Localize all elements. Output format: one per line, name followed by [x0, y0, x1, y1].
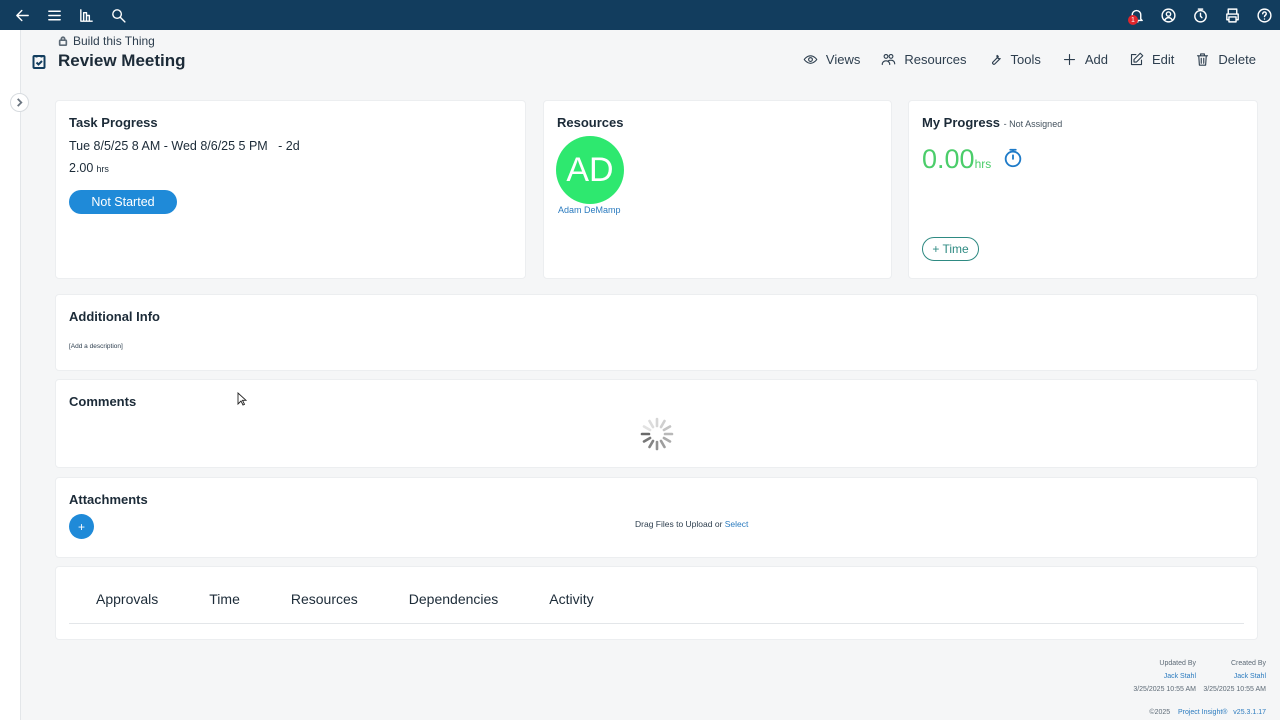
views-button[interactable]: Views — [803, 52, 860, 67]
resources-label: Resources — [904, 52, 967, 67]
plus-icon — [1063, 53, 1075, 66]
menu-icon[interactable] — [38, 0, 70, 30]
avatar-name[interactable]: Adam DeMamp — [558, 205, 621, 215]
add-attachment-button[interactable]: + — [69, 514, 94, 539]
print-icon[interactable] — [1216, 0, 1248, 30]
detail-tabs-card: Approvals Time Resources Dependencies Ac… — [55, 566, 1258, 640]
lock-icon — [58, 36, 68, 46]
stopwatch-icon[interactable] — [1002, 147, 1024, 169]
edit-label: Edit — [1152, 52, 1175, 67]
edit-pencil-icon — [1130, 52, 1144, 66]
attachments-title: Attachments — [69, 492, 148, 507]
my-progress-title: My Progress - Not Assigned — [922, 115, 1062, 130]
copyright-text: ©2025 — [1149, 709, 1171, 716]
created-at-timestamp: 3/25/2025 10:55 AM — [1203, 686, 1266, 693]
add-description-link[interactable]: [Add a description] — [69, 343, 123, 350]
loading-spinner-icon — [640, 417, 674, 451]
updated-by-label: Updated By — [1159, 660, 1196, 667]
resources-title: Resources — [557, 115, 624, 130]
tabs-divider — [69, 623, 1244, 624]
back-arrow-icon[interactable] — [6, 0, 38, 30]
detail-tabs: Approvals Time Resources Dependencies Ac… — [96, 591, 645, 607]
not-assigned-text: - Not Assigned — [1003, 119, 1063, 129]
updated-at-timestamp: 3/25/2025 10:55 AM — [1133, 686, 1196, 693]
add-button[interactable]: Add — [1062, 52, 1108, 67]
eye-icon — [803, 55, 818, 64]
mouse-cursor-icon — [237, 392, 247, 406]
my-progress-title-text: My Progress — [922, 115, 1001, 130]
search-icon[interactable] — [102, 0, 134, 30]
comments-title: Comments — [69, 394, 137, 409]
created-by-block: Created By Jack Stahl 3/25/2025 10:55 AM — [1198, 657, 1266, 696]
wrench-icon — [991, 54, 1001, 65]
tab-approvals[interactable]: Approvals — [96, 591, 158, 607]
resources-button[interactable]: Resources — [881, 52, 967, 67]
planned-hours: 2.00 hrs — [69, 161, 109, 175]
toolbar-actions: Views Resources Tools Add Edit Delete — [782, 52, 1256, 67]
version-link[interactable]: v25.3.1.17 — [1233, 709, 1266, 716]
timer-icon[interactable] — [1184, 0, 1216, 30]
planned-hours-unit: hrs — [96, 164, 109, 174]
people-group-icon — [882, 53, 896, 66]
tools-button[interactable]: Tools — [988, 52, 1041, 67]
edit-button[interactable]: Edit — [1129, 52, 1174, 67]
task-progress-card: Task Progress Tue 8/5/25 8 AM - Wed 8/6/… — [55, 100, 526, 279]
tab-time[interactable]: Time — [209, 591, 240, 607]
planned-hours-value: 2.00 — [69, 161, 94, 175]
trash-icon — [1197, 53, 1209, 66]
my-progress-card: My Progress - Not Assigned 0.00hrs + Tim… — [908, 100, 1258, 279]
page-title: Review Meeting — [58, 51, 186, 70]
product-link[interactable]: Project Insight® — [1178, 709, 1228, 716]
status-button[interactable]: Not Started — [69, 190, 177, 214]
user-profile-icon[interactable] — [1152, 0, 1184, 30]
my-hours-value: 0.00 — [922, 144, 975, 174]
updated-by-block: Updated By Jack Stahl 3/25/2025 10:55 AM — [1128, 657, 1196, 696]
updated-by-user-link[interactable]: Jack Stahl — [1128, 670, 1196, 683]
additional-info-title: Additional Info — [69, 309, 160, 324]
created-by-label: Created By — [1230, 660, 1266, 667]
tab-resources[interactable]: Resources — [291, 591, 358, 607]
additional-info-card: Additional Info [Add a description] — [55, 294, 1258, 371]
resources-card: Resources AD Adam DeMamp — [543, 100, 892, 279]
tools-label: Tools — [1010, 52, 1041, 67]
delete-button[interactable]: Delete — [1195, 52, 1256, 67]
app-footer: ©2025 Project Insight® v25.3.1.17 — [1100, 709, 1266, 716]
breadcrumb[interactable]: Build this Thing — [58, 34, 155, 48]
notifications-bell-icon[interactable]: 1 — [1120, 0, 1152, 30]
created-by-user-link[interactable]: Jack Stahl — [1198, 670, 1266, 683]
add-label: Add — [1084, 52, 1109, 67]
help-icon[interactable] — [1248, 0, 1280, 30]
my-hours: 0.00hrs — [922, 144, 991, 175]
select-files-link[interactable]: Select — [725, 519, 749, 529]
attachments-card: Attachments + Drag Files to Upload or Se… — [55, 477, 1258, 558]
date-range-text: Tue 8/5/25 8 AM - Wed 8/6/25 5 PM — [69, 139, 268, 153]
duration-text: - 2d — [278, 139, 300, 153]
comments-card: Comments — [55, 379, 1258, 468]
notification-count-badge: 1 — [1128, 15, 1138, 25]
drag-upload-text: Drag Files to Upload or Select — [635, 519, 748, 529]
avatar[interactable]: AD — [556, 136, 624, 204]
reports-chart-icon[interactable] — [70, 0, 102, 30]
drag-upload-label: Drag Files to Upload or — [635, 519, 725, 529]
left-rail — [0, 30, 21, 720]
task-checklist-icon — [32, 54, 46, 69]
delete-label: Delete — [1218, 52, 1256, 67]
add-time-button[interactable]: + Time — [922, 237, 979, 261]
breadcrumb-label: Build this Thing — [73, 34, 155, 48]
tab-activity[interactable]: Activity — [549, 591, 593, 607]
tab-dependencies[interactable]: Dependencies — [409, 591, 499, 607]
expand-sidebar-chevron-icon[interactable] — [10, 93, 29, 112]
top-nav-bar: 1 — [0, 0, 1280, 30]
task-progress-title: Task Progress — [69, 115, 158, 130]
views-label: Views — [825, 52, 861, 67]
date-range: Tue 8/5/25 8 AM - Wed 8/6/25 5 PM - 2d — [69, 139, 300, 153]
my-hours-unit: hrs — [974, 157, 992, 171]
